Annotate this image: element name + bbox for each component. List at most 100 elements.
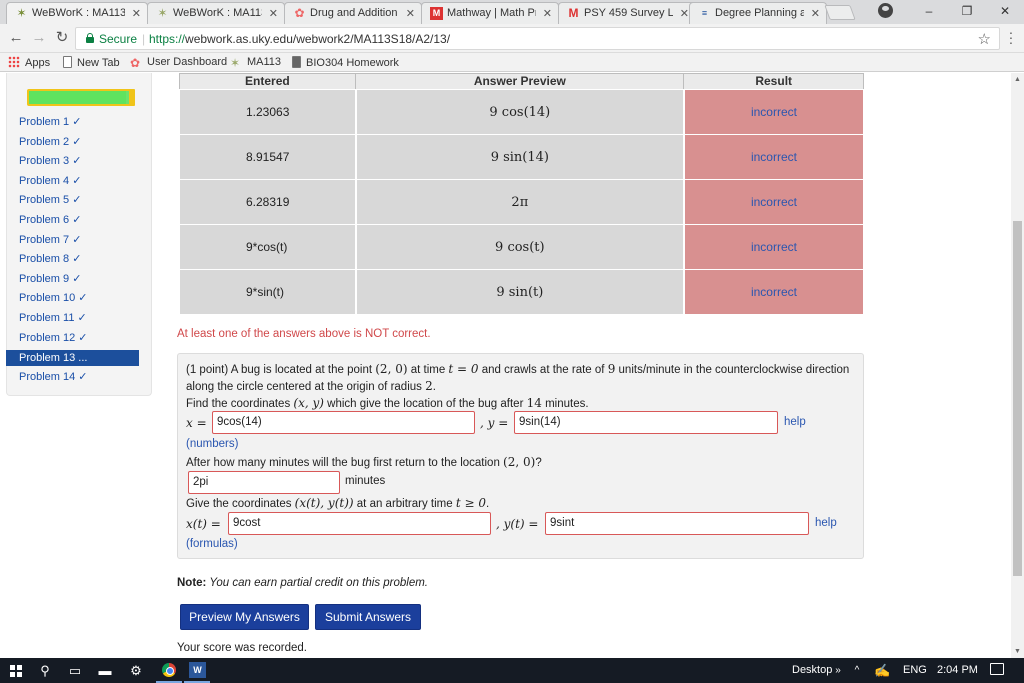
- page-scrollbar[interactable]: ▲ ▼: [1011, 73, 1024, 658]
- math: (x, y): [293, 396, 324, 410]
- scroll-down-icon[interactable]: ▼: [1014, 648, 1021, 655]
- text: along the circle centered at the origin …: [186, 381, 426, 393]
- sidebar-problem-link[interactable]: Problem 3 ✓: [19, 154, 81, 167]
- file-explorer-icon[interactable]: ▬: [97, 662, 113, 679]
- bookmark-apps[interactable]: Apps: [8, 56, 50, 69]
- help-link[interactable]: help: [815, 517, 837, 529]
- text: Give the coordinates: [186, 498, 295, 510]
- chrome-icon[interactable]: [162, 663, 176, 677]
- scroll-up-icon[interactable]: ▲: [1014, 76, 1021, 83]
- text: .: [486, 498, 490, 510]
- yt-answer-field[interactable]: 9sint: [545, 512, 809, 535]
- y-answer-field[interactable]: 9sin(14): [514, 411, 778, 434]
- math: (2, 0): [375, 362, 408, 376]
- forward-icon[interactable]: →: [31, 30, 47, 46]
- sidebar-problem-link[interactable]: Problem 14 ✓: [19, 370, 88, 383]
- sidebar-problem-link[interactable]: Problem 1 ✓: [19, 115, 81, 128]
- close-icon[interactable]: ✕: [543, 7, 552, 20]
- tab-title: PSY 459 Survey Lin: [584, 7, 673, 19]
- minimize-icon[interactable]: –: [920, 3, 938, 19]
- profile-icon[interactable]: [878, 3, 893, 18]
- clock[interactable]: 2:04 PM: [937, 664, 978, 676]
- task-view-icon[interactable]: ▭: [66, 662, 84, 679]
- sidebar-problem-link[interactable]: Problem 4 ✓: [19, 174, 81, 187]
- reload-icon[interactable]: ↻: [54, 30, 70, 46]
- tab-webwork-1[interactable]: ✶ WeBWorK : MA113: ✕: [6, 2, 148, 24]
- pen-icon[interactable]: ✍: [874, 662, 890, 679]
- x-answer-field[interactable]: 9cos(14): [212, 411, 475, 434]
- sidebar-problem-link[interactable]: Problem 9 ✓: [19, 272, 81, 285]
- bookmark-label: MA113: [247, 56, 282, 68]
- bookmark-user-dashboard[interactable]: ✿ User Dashboard: [130, 56, 227, 69]
- back-icon[interactable]: ←: [8, 30, 24, 46]
- preview-answers-button[interactable]: Preview My Answers: [180, 604, 309, 630]
- xt-answer-field[interactable]: 9cost: [228, 512, 491, 535]
- score-recorded-message: Your score was recorded.: [177, 642, 307, 654]
- text: ?: [535, 457, 542, 469]
- sidebar-problem-link[interactable]: Problem 6 ✓: [19, 213, 81, 226]
- close-icon[interactable]: ✕: [680, 7, 689, 20]
- notification-icon[interactable]: [990, 663, 1004, 675]
- language-indicator[interactable]: ENG: [903, 664, 927, 676]
- text: and crawls at the rate of: [478, 364, 608, 376]
- sidebar-problem-link[interactable]: Problem 13 ...: [6, 350, 139, 366]
- new-tab-button[interactable]: [824, 5, 856, 20]
- scroll-thumb[interactable]: [1013, 221, 1022, 576]
- word-icon[interactable]: W: [189, 662, 206, 678]
- close-icon[interactable]: ✕: [406, 7, 415, 20]
- page-viewport: Problem 1 ✓ Problem 2 ✓ Problem 3 ✓ Problem…: [0, 73, 1011, 658]
- bookmark-new-tab[interactable]: New Tab: [63, 56, 120, 69]
- answer-preview-cell: 9 cos(t): [354, 224, 685, 270]
- bookmark-bio304[interactable]: BIO304 Homework: [292, 56, 399, 69]
- submit-answers-button[interactable]: Submit Answers: [315, 604, 421, 630]
- text: at time: [407, 364, 449, 376]
- search-icon[interactable]: ⚲: [36, 662, 54, 679]
- settings-gear-icon[interactable]: ⚙: [127, 662, 145, 679]
- close-icon[interactable]: ✕: [132, 7, 141, 20]
- numbers-link[interactable]: (numbers): [186, 438, 238, 450]
- sidebar-problem-link[interactable]: Problem 8 ✓: [19, 252, 81, 265]
- star-icon[interactable]: ☆: [978, 30, 991, 48]
- table-row: 8.91547 9 sin(14) incorrect: [178, 134, 864, 180]
- webwork-icon: ✶: [230, 56, 241, 70]
- mathway-icon: M: [430, 7, 443, 20]
- result-cell: incorrect: [682, 269, 864, 315]
- entered-cell: 1.23063: [178, 89, 357, 135]
- sidebar-problem-link[interactable]: Problem 2 ✓: [19, 135, 81, 148]
- tab-mathway[interactable]: M Mathway | Math Pr ✕: [421, 2, 559, 24]
- windows-start-icon[interactable]: [10, 665, 22, 677]
- bookmark-ma113[interactable]: ✶ MA113: [230, 56, 281, 69]
- help-link[interactable]: help: [784, 416, 806, 428]
- tab-drug-addition[interactable]: ✿ Drug and Addition ✕: [284, 2, 422, 24]
- bookmark-label: User Dashboard: [147, 56, 228, 68]
- restore-icon[interactable]: ❐: [958, 3, 976, 19]
- address-bar[interactable]: Secure | https://webwork.as.uky.edu/webw…: [75, 27, 1000, 50]
- gmail-icon: M: [568, 6, 579, 20]
- text: at an arbitrary time: [353, 498, 456, 510]
- window-close-icon[interactable]: ✕: [996, 3, 1014, 19]
- sidebar-problem-link[interactable]: Problem 5 ✓: [19, 193, 81, 206]
- tab-webwork-2[interactable]: ✶ WeBWorK : MA113: ✕: [147, 2, 285, 24]
- tab-psy459[interactable]: M PSY 459 Survey Lin ✕: [558, 2, 696, 24]
- table-row: 9*sin(t) 9 sin(t) incorrect: [178, 269, 864, 315]
- chevron-up-icon[interactable]: ^: [851, 662, 863, 679]
- desktop-toolbar-label[interactable]: Desktop: [792, 664, 832, 676]
- tab-degree-planning[interactable]: ≡ Degree Planning an ✕: [689, 2, 827, 24]
- sidebar-problem-link[interactable]: Problem 11 ✓: [19, 311, 87, 324]
- formulas-link[interactable]: (formulas): [186, 538, 238, 550]
- url-separator: |: [142, 32, 146, 46]
- table-row: 9*cos(t) 9 cos(t) incorrect: [178, 224, 864, 270]
- math: (2, 0): [503, 455, 536, 469]
- close-icon[interactable]: ✕: [269, 7, 278, 20]
- table-header-row: Entered Answer Preview Result: [178, 73, 864, 90]
- chevron-right-icon[interactable]: »: [833, 662, 843, 679]
- minutes-answer-field[interactable]: 2pi: [188, 471, 340, 494]
- problem-statement-line3: Find the coordinates (x, y) which give t…: [186, 396, 589, 410]
- sidebar-problem-link[interactable]: Problem 12 ✓: [19, 331, 88, 344]
- sidebar-problem-link[interactable]: Problem 7 ✓: [19, 233, 81, 246]
- sidebar-problem-link[interactable]: Problem 10 ✓: [19, 291, 88, 304]
- url-text[interactable]: https://webwork.as.uky.edu/webwork2/MA11…: [149, 32, 450, 46]
- browser-toolbar: ← → ↻ Secure | https://webwork.as.uky.ed…: [0, 24, 1024, 53]
- close-icon[interactable]: ✕: [811, 7, 820, 20]
- menu-icon[interactable]: · · ·: [1006, 25, 1016, 49]
